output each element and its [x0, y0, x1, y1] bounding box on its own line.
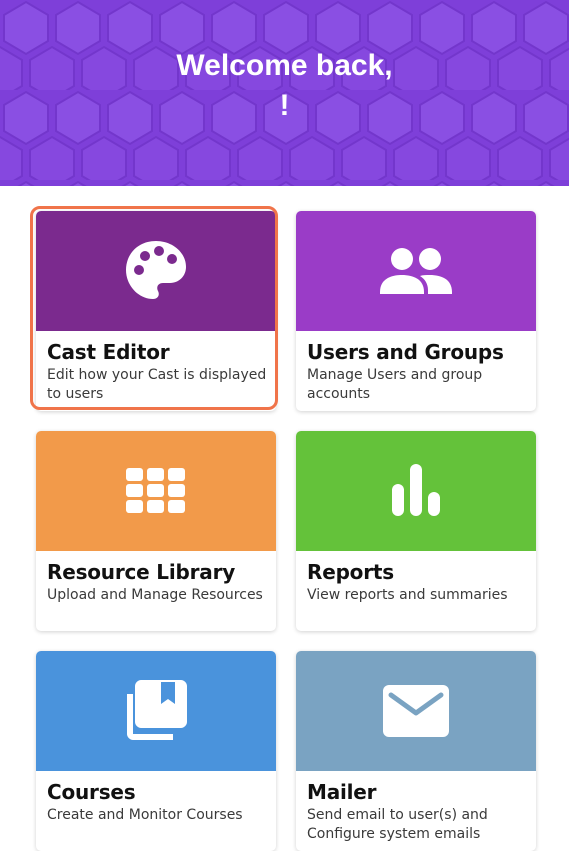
card-banner	[36, 651, 276, 771]
card-description: Manage Users and group accounts	[307, 367, 483, 402]
card-reports[interactable]: Reports View reports and summaries	[296, 431, 536, 631]
card-cast-editor[interactable]: Cast Editor Edit how your Cast is displa…	[36, 211, 276, 411]
mail-icon	[383, 685, 449, 737]
user-name: !	[279, 89, 290, 122]
card-description: Create and Monitor Courses	[47, 807, 243, 823]
card-banner	[36, 211, 276, 331]
card-banner	[296, 651, 536, 771]
card-banner	[36, 431, 276, 551]
card-title: Courses	[47, 780, 136, 804]
card-mailer[interactable]: Mailer Send email to user(s) and Configu…	[296, 651, 536, 851]
library-book-icon	[127, 680, 187, 740]
bar-chart-icon	[392, 464, 440, 516]
card-title: Cast Editor	[47, 340, 170, 364]
palette-icon	[126, 241, 186, 299]
card-banner	[296, 211, 536, 331]
card-description: Send email to user(s) and Configure syst…	[307, 807, 488, 842]
card-title: Reports	[307, 560, 394, 584]
card-description: Edit how your Cast is displayed to users	[47, 367, 267, 402]
card-description: Upload and Manage Resources	[47, 587, 263, 603]
card-description: View reports and summaries	[307, 587, 508, 603]
card-title: Users and Groups	[307, 340, 504, 364]
card-users-and-groups[interactable]: Users and Groups Manage Users and group …	[296, 211, 536, 411]
card-title: Resource Library	[47, 560, 236, 584]
welcome-header: Welcome back, !	[0, 0, 569, 186]
grid-icon	[126, 468, 185, 513]
card-courses[interactable]: Courses Create and Monitor Courses	[36, 651, 276, 851]
welcome-title: Welcome back,	[176, 49, 393, 82]
users-icon	[380, 248, 452, 294]
card-title: Mailer	[307, 780, 377, 804]
card-resource-library[interactable]: Resource Library Upload and Manage Resou…	[36, 431, 276, 631]
card-banner	[296, 431, 536, 551]
